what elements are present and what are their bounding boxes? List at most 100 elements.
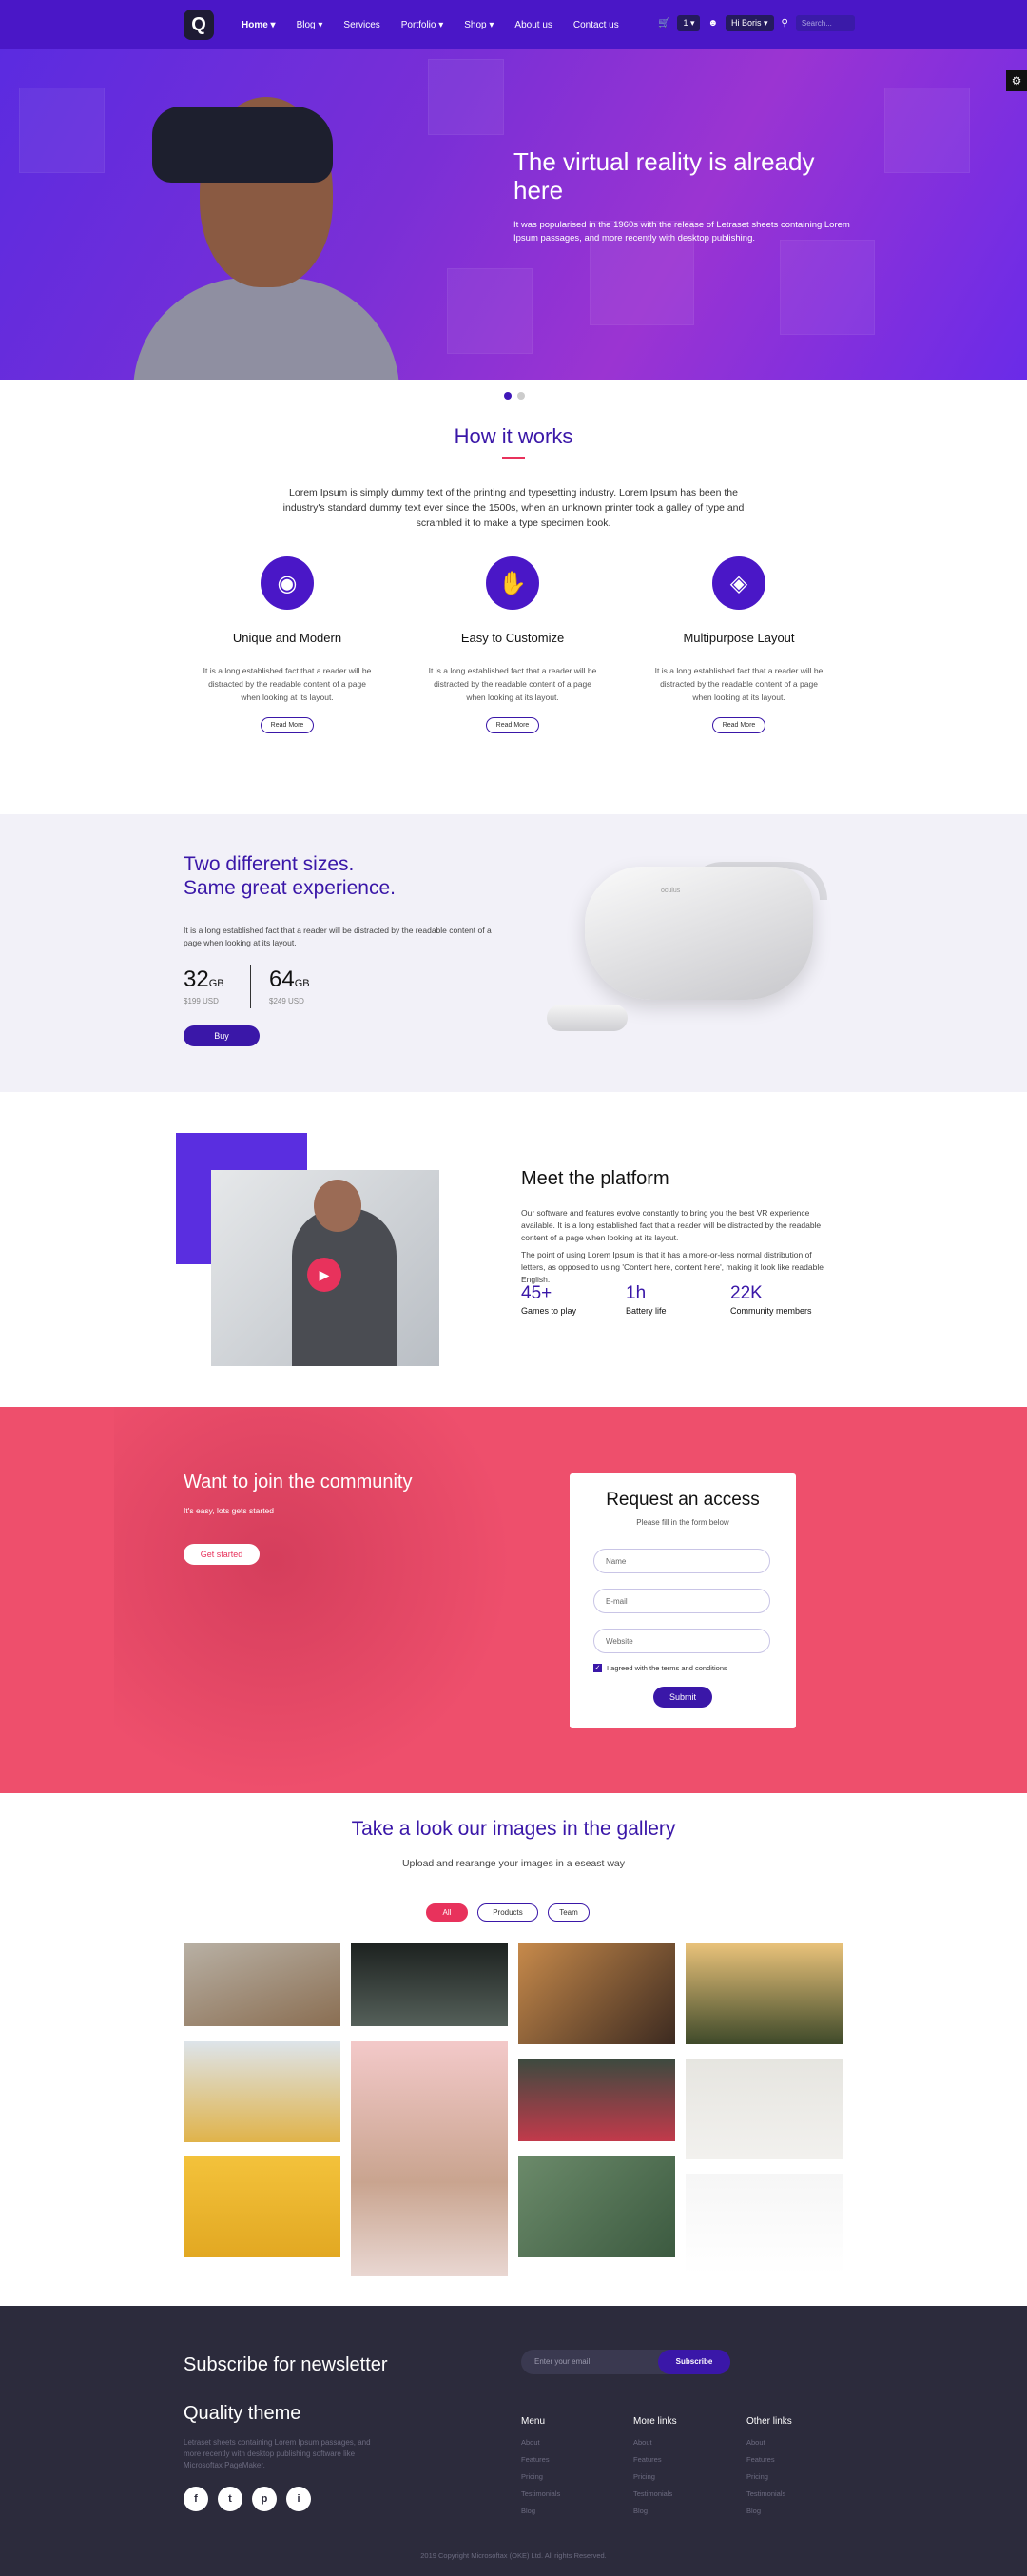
email-field[interactable]: E-mail bbox=[593, 1589, 770, 1613]
gallery-image[interactable] bbox=[686, 2174, 843, 2274]
how-text: Lorem Ipsum is simply dummy text of the … bbox=[282, 487, 745, 529]
how-title: How it works bbox=[454, 424, 573, 448]
capacity-unit: GB bbox=[208, 978, 224, 989]
logo[interactable]: Q bbox=[184, 10, 214, 40]
footer-column-title: Other links bbox=[746, 2416, 792, 2427]
menu-item-about[interactable]: About us bbox=[514, 20, 552, 30]
community-title: Want to join the community bbox=[184, 1472, 413, 1493]
menu-item-blog[interactable]: Blog ▾ bbox=[297, 20, 323, 30]
footer-link[interactable]: Testimonials bbox=[746, 2489, 792, 2498]
stat-label: Battery life bbox=[626, 1306, 667, 1316]
menu-item-home[interactable]: Home ▾ bbox=[242, 20, 276, 30]
capacity-large: 64GB $249 USD bbox=[269, 966, 310, 1005]
footer-link[interactable]: Features bbox=[521, 2455, 560, 2464]
instagram-icon[interactable]: i bbox=[286, 2487, 311, 2511]
capacity-small: 32GB $199 USD bbox=[184, 966, 224, 1005]
filter-all[interactable]: All bbox=[426, 1903, 468, 1922]
name-field[interactable]: Name bbox=[593, 1549, 770, 1573]
platform-title: Meet the platform bbox=[521, 1168, 669, 1189]
website-field[interactable]: Website bbox=[593, 1629, 770, 1653]
newsletter-title: Subscribe for newsletter bbox=[184, 2354, 388, 2375]
menu-item-services[interactable]: Services bbox=[343, 20, 379, 30]
gallery-subtitle: Upload and rearange your images in a ese… bbox=[401, 1858, 626, 1869]
footer-link[interactable]: Pricing bbox=[521, 2472, 560, 2481]
footer-link[interactable]: Pricing bbox=[746, 2472, 792, 2481]
title-underline bbox=[502, 457, 525, 459]
menu-item-contact[interactable]: Contact us bbox=[573, 20, 619, 30]
footer-link[interactable]: About bbox=[521, 2438, 560, 2447]
settings-gear-icon[interactable]: ⚙ bbox=[1006, 70, 1027, 91]
footer-link[interactable]: Testimonials bbox=[521, 2489, 560, 2498]
gallery-image[interactable] bbox=[686, 1943, 843, 2044]
footer-link[interactable]: Features bbox=[746, 2455, 792, 2464]
device-brand: oculus bbox=[661, 888, 681, 894]
gallery-image[interactable] bbox=[518, 1943, 675, 2044]
slider-dots bbox=[504, 392, 525, 400]
footer-column-title: Menu bbox=[521, 2416, 546, 2427]
platform-text: Our software and features evolve constan… bbox=[521, 1208, 822, 1242]
search-icon[interactable]: ⚲ bbox=[782, 18, 788, 29]
stat-label: Community members bbox=[730, 1306, 812, 1316]
sizes-text: It is a long established fact that a rea… bbox=[184, 926, 492, 947]
terms-label: I agreed with the terms and conditions bbox=[607, 1664, 727, 1672]
footer-link[interactable]: About bbox=[633, 2438, 677, 2447]
copyright: 2019 Copyright Microsoftax (OKE) Ltd. Al… bbox=[420, 2551, 607, 2560]
gallery-image[interactable] bbox=[518, 2059, 675, 2141]
user-icon[interactable]: ☻ bbox=[707, 18, 718, 29]
user-menu[interactable]: Hi Boris ▾ bbox=[726, 15, 774, 31]
terms-checkbox[interactable]: ✓ bbox=[593, 1664, 602, 1672]
footer-link[interactable]: Blog bbox=[633, 2507, 677, 2515]
vr-headset-product-image: oculus bbox=[585, 867, 813, 1000]
submit-button[interactable]: Submit bbox=[653, 1687, 712, 1708]
cart-icon[interactable]: 🛒 bbox=[658, 18, 669, 29]
get-started-button[interactable]: Get started bbox=[184, 1544, 260, 1565]
gallery-image[interactable] bbox=[351, 2041, 508, 2276]
access-form: Request an access Please fill in the for… bbox=[570, 1473, 796, 1728]
footer-link[interactable]: Blog bbox=[521, 2507, 560, 2515]
footer: Subscribe for newsletter Enter your emai… bbox=[0, 2306, 1027, 2576]
sizes-title: Two different sizes. Same great experienc… bbox=[184, 852, 396, 900]
cart-count[interactable]: 1 ▾ bbox=[677, 15, 701, 31]
footer-link[interactable]: Features bbox=[633, 2455, 677, 2464]
footer-link[interactable]: Pricing bbox=[633, 2472, 677, 2481]
slider-dot[interactable] bbox=[517, 392, 525, 400]
buy-button[interactable]: Buy bbox=[184, 1025, 260, 1046]
filter-team[interactable]: Team bbox=[548, 1903, 590, 1922]
gallery-image[interactable] bbox=[184, 2156, 340, 2257]
gallery-image[interactable] bbox=[184, 1943, 340, 2026]
play-icon[interactable]: ▶ bbox=[307, 1258, 341, 1292]
feature-text: It is a long established fact that a rea… bbox=[654, 666, 824, 702]
platform-text: The point of using Lorem Ipsum is that i… bbox=[521, 1250, 824, 1284]
gallery-image[interactable] bbox=[518, 2156, 675, 2257]
search-input[interactable]: Search... bbox=[795, 15, 855, 31]
decor-cube bbox=[19, 88, 105, 173]
form-title: Request an access bbox=[606, 1490, 760, 1510]
twitter-icon[interactable]: t bbox=[218, 2487, 242, 2511]
facebook-icon[interactable]: f bbox=[184, 2487, 208, 2511]
feature-title: Unique and Modern bbox=[232, 631, 342, 645]
pinterest-icon[interactable]: p bbox=[252, 2487, 277, 2511]
gallery-image[interactable] bbox=[184, 2041, 340, 2142]
platform-video[interactable]: ▶ bbox=[211, 1170, 439, 1366]
read-more-button[interactable]: Read More bbox=[485, 717, 540, 733]
terms-checkbox-row: ✓ I agreed with the terms and conditions bbox=[593, 1664, 727, 1672]
top-navbar: Q Home ▾ Blog ▾ Services Portfolio ▾ Sho… bbox=[0, 0, 1027, 49]
filter-products[interactable]: Products bbox=[477, 1903, 538, 1922]
read-more-button[interactable]: Read More bbox=[711, 717, 766, 733]
read-more-button[interactable]: Read More bbox=[260, 717, 315, 733]
feature-text: It is a long established fact that a rea… bbox=[428, 666, 597, 702]
menu-item-portfolio[interactable]: Portfolio ▾ bbox=[401, 20, 443, 30]
gallery-image[interactable] bbox=[351, 1943, 508, 2026]
footer-link[interactable]: Blog bbox=[746, 2507, 792, 2515]
hero-banner: The virtual reality is already here It w… bbox=[0, 49, 1027, 380]
sizes-title-line1: Two different sizes. bbox=[184, 853, 355, 875]
footer-link[interactable]: Testimonials bbox=[633, 2489, 677, 2498]
sizes-section: Two different sizes. Same great experienc… bbox=[0, 814, 1027, 1092]
capacity-value: 32 bbox=[184, 966, 209, 992]
vr-remote-image bbox=[547, 1005, 628, 1031]
gallery-image[interactable] bbox=[686, 2059, 843, 2159]
menu-item-shop[interactable]: Shop ▾ bbox=[464, 20, 494, 30]
slider-dot[interactable] bbox=[504, 392, 512, 400]
subscribe-button[interactable]: Subscribe bbox=[658, 2350, 730, 2374]
footer-link[interactable]: About bbox=[746, 2438, 792, 2447]
